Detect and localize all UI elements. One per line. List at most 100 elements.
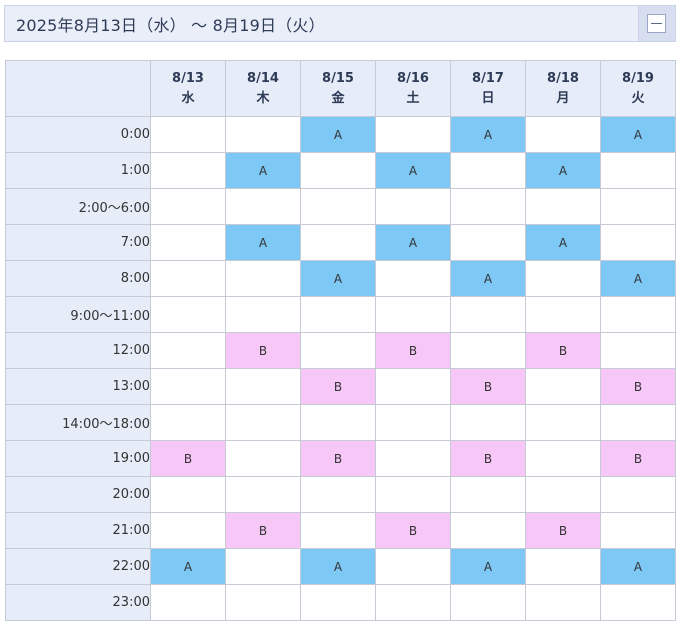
schedule-cell[interactable]: A [450,260,526,297]
day-header: 8/13 水 [150,60,226,117]
schedule-cell[interactable] [300,404,376,441]
schedule-cell[interactable] [150,332,226,369]
schedule-cell[interactable] [225,548,301,585]
schedule-cell[interactable]: B [525,512,601,549]
schedule-cell[interactable] [450,476,526,513]
schedule-cell[interactable]: A [225,224,301,261]
schedule-cell[interactable] [150,152,226,189]
schedule-cell[interactable]: B [450,368,526,405]
schedule-cell[interactable] [225,296,301,333]
schedule-cell[interactable] [525,404,601,441]
schedule-cell[interactable] [450,584,526,621]
schedule-cell[interactable] [375,296,451,333]
schedule-cell[interactable] [300,512,376,549]
schedule-cell[interactable] [525,476,601,513]
schedule-cell[interactable] [225,188,301,225]
schedule-cell[interactable]: B [375,332,451,369]
schedule-cell[interactable] [600,332,676,369]
schedule-cell[interactable]: B [300,368,376,405]
schedule-cell[interactable] [600,152,676,189]
schedule-cell[interactable]: B [300,440,376,477]
schedule-cell[interactable] [375,368,451,405]
schedule-cell[interactable] [525,584,601,621]
schedule-cell[interactable] [300,584,376,621]
schedule-cell[interactable] [450,224,526,261]
schedule-cell[interactable]: A [150,548,226,585]
schedule-cell[interactable]: A [525,152,601,189]
schedule-cell[interactable] [600,224,676,261]
schedule-cell[interactable]: A [375,224,451,261]
schedule-cell[interactable] [600,512,676,549]
schedule-cell[interactable]: A [600,260,676,297]
schedule-cell[interactable] [150,584,226,621]
schedule-cell[interactable] [300,188,376,225]
schedule-cell[interactable] [300,332,376,369]
schedule-cell[interactable] [300,224,376,261]
schedule-cell[interactable] [150,224,226,261]
schedule-cell[interactable] [600,476,676,513]
schedule-cell[interactable] [450,332,526,369]
schedule-cell[interactable] [300,296,376,333]
schedule-cell[interactable] [225,116,301,153]
schedule-cell[interactable]: A [300,548,376,585]
schedule-cell[interactable] [375,548,451,585]
schedule-cell[interactable] [525,188,601,225]
schedule-cell[interactable] [375,188,451,225]
schedule-cell[interactable] [225,584,301,621]
schedule-cell[interactable]: A [600,548,676,585]
schedule-cell[interactable]: B [375,512,451,549]
schedule-cell[interactable] [600,296,676,333]
schedule-cell[interactable] [450,512,526,549]
schedule-cell[interactable] [525,368,601,405]
schedule-cell[interactable] [450,188,526,225]
schedule-cell[interactable]: B [600,368,676,405]
schedule-cell[interactable] [450,404,526,441]
schedule-cell[interactable] [525,260,601,297]
schedule-cell[interactable] [225,368,301,405]
schedule-cell[interactable]: A [225,152,301,189]
schedule-cell[interactable] [525,116,601,153]
schedule-cell[interactable] [525,548,601,585]
schedule-cell[interactable] [375,260,451,297]
schedule-cell[interactable] [600,404,676,441]
schedule-cell[interactable]: B [225,512,301,549]
schedule-cell[interactable] [150,116,226,153]
schedule-cell[interactable] [525,296,601,333]
schedule-cell[interactable] [150,404,226,441]
schedule-cell[interactable]: A [450,548,526,585]
schedule-cell[interactable] [150,260,226,297]
schedule-cell[interactable]: B [450,440,526,477]
schedule-cell[interactable] [375,440,451,477]
schedule-cell[interactable] [450,296,526,333]
schedule-cell[interactable] [450,152,526,189]
schedule-cell[interactable]: A [450,116,526,153]
schedule-cell[interactable] [600,584,676,621]
schedule-cell[interactable] [225,260,301,297]
schedule-cell[interactable]: B [225,332,301,369]
schedule-cell[interactable] [375,476,451,513]
schedule-cell[interactable] [150,512,226,549]
schedule-cell[interactable] [375,584,451,621]
schedule-cell[interactable]: A [525,224,601,261]
schedule-cell[interactable] [225,476,301,513]
schedule-cell[interactable] [225,440,301,477]
schedule-cell[interactable] [225,404,301,441]
schedule-cell[interactable]: A [375,152,451,189]
schedule-cell[interactable]: B [600,440,676,477]
schedule-cell[interactable]: A [300,116,376,153]
collapse-button[interactable] [638,6,675,41]
schedule-cell[interactable] [375,116,451,153]
schedule-cell[interactable] [375,404,451,441]
schedule-cell[interactable] [600,188,676,225]
schedule-cell[interactable] [525,440,601,477]
schedule-cell[interactable]: A [300,260,376,297]
schedule-cell[interactable] [150,368,226,405]
schedule-cell[interactable] [300,476,376,513]
schedule-cell[interactable] [150,188,226,225]
schedule-cell[interactable]: B [150,440,226,477]
schedule-cell[interactable] [150,296,226,333]
schedule-cell[interactable] [150,476,226,513]
schedule-cell[interactable] [300,152,376,189]
schedule-cell[interactable]: B [525,332,601,369]
schedule-cell[interactable]: A [600,116,676,153]
